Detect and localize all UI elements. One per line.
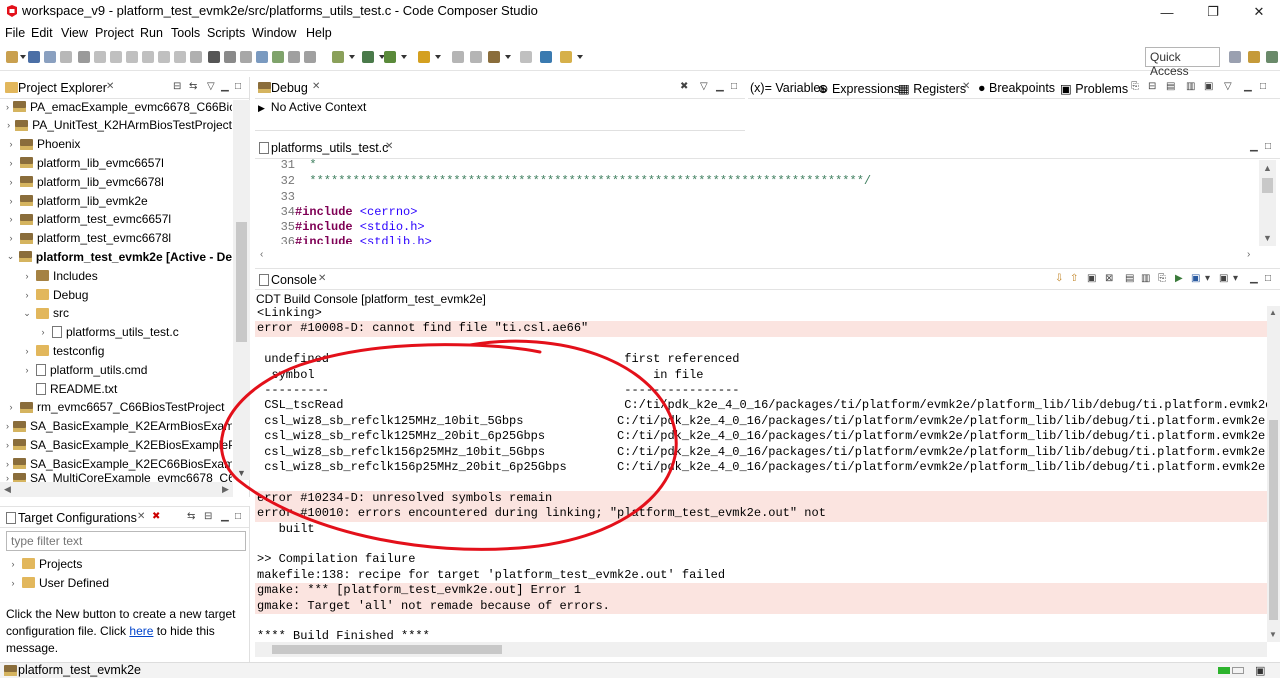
status-bar [0, 662, 1280, 678]
progress-indicator [1218, 667, 1230, 674]
status-text: platform_test_evmk2e [18, 663, 141, 677]
project-icon [4, 665, 17, 676]
annotation-circle [219, 339, 678, 551]
progress-indicator-empty [1232, 667, 1244, 674]
heap-status-icon[interactable]: ▣ [1255, 664, 1265, 677]
